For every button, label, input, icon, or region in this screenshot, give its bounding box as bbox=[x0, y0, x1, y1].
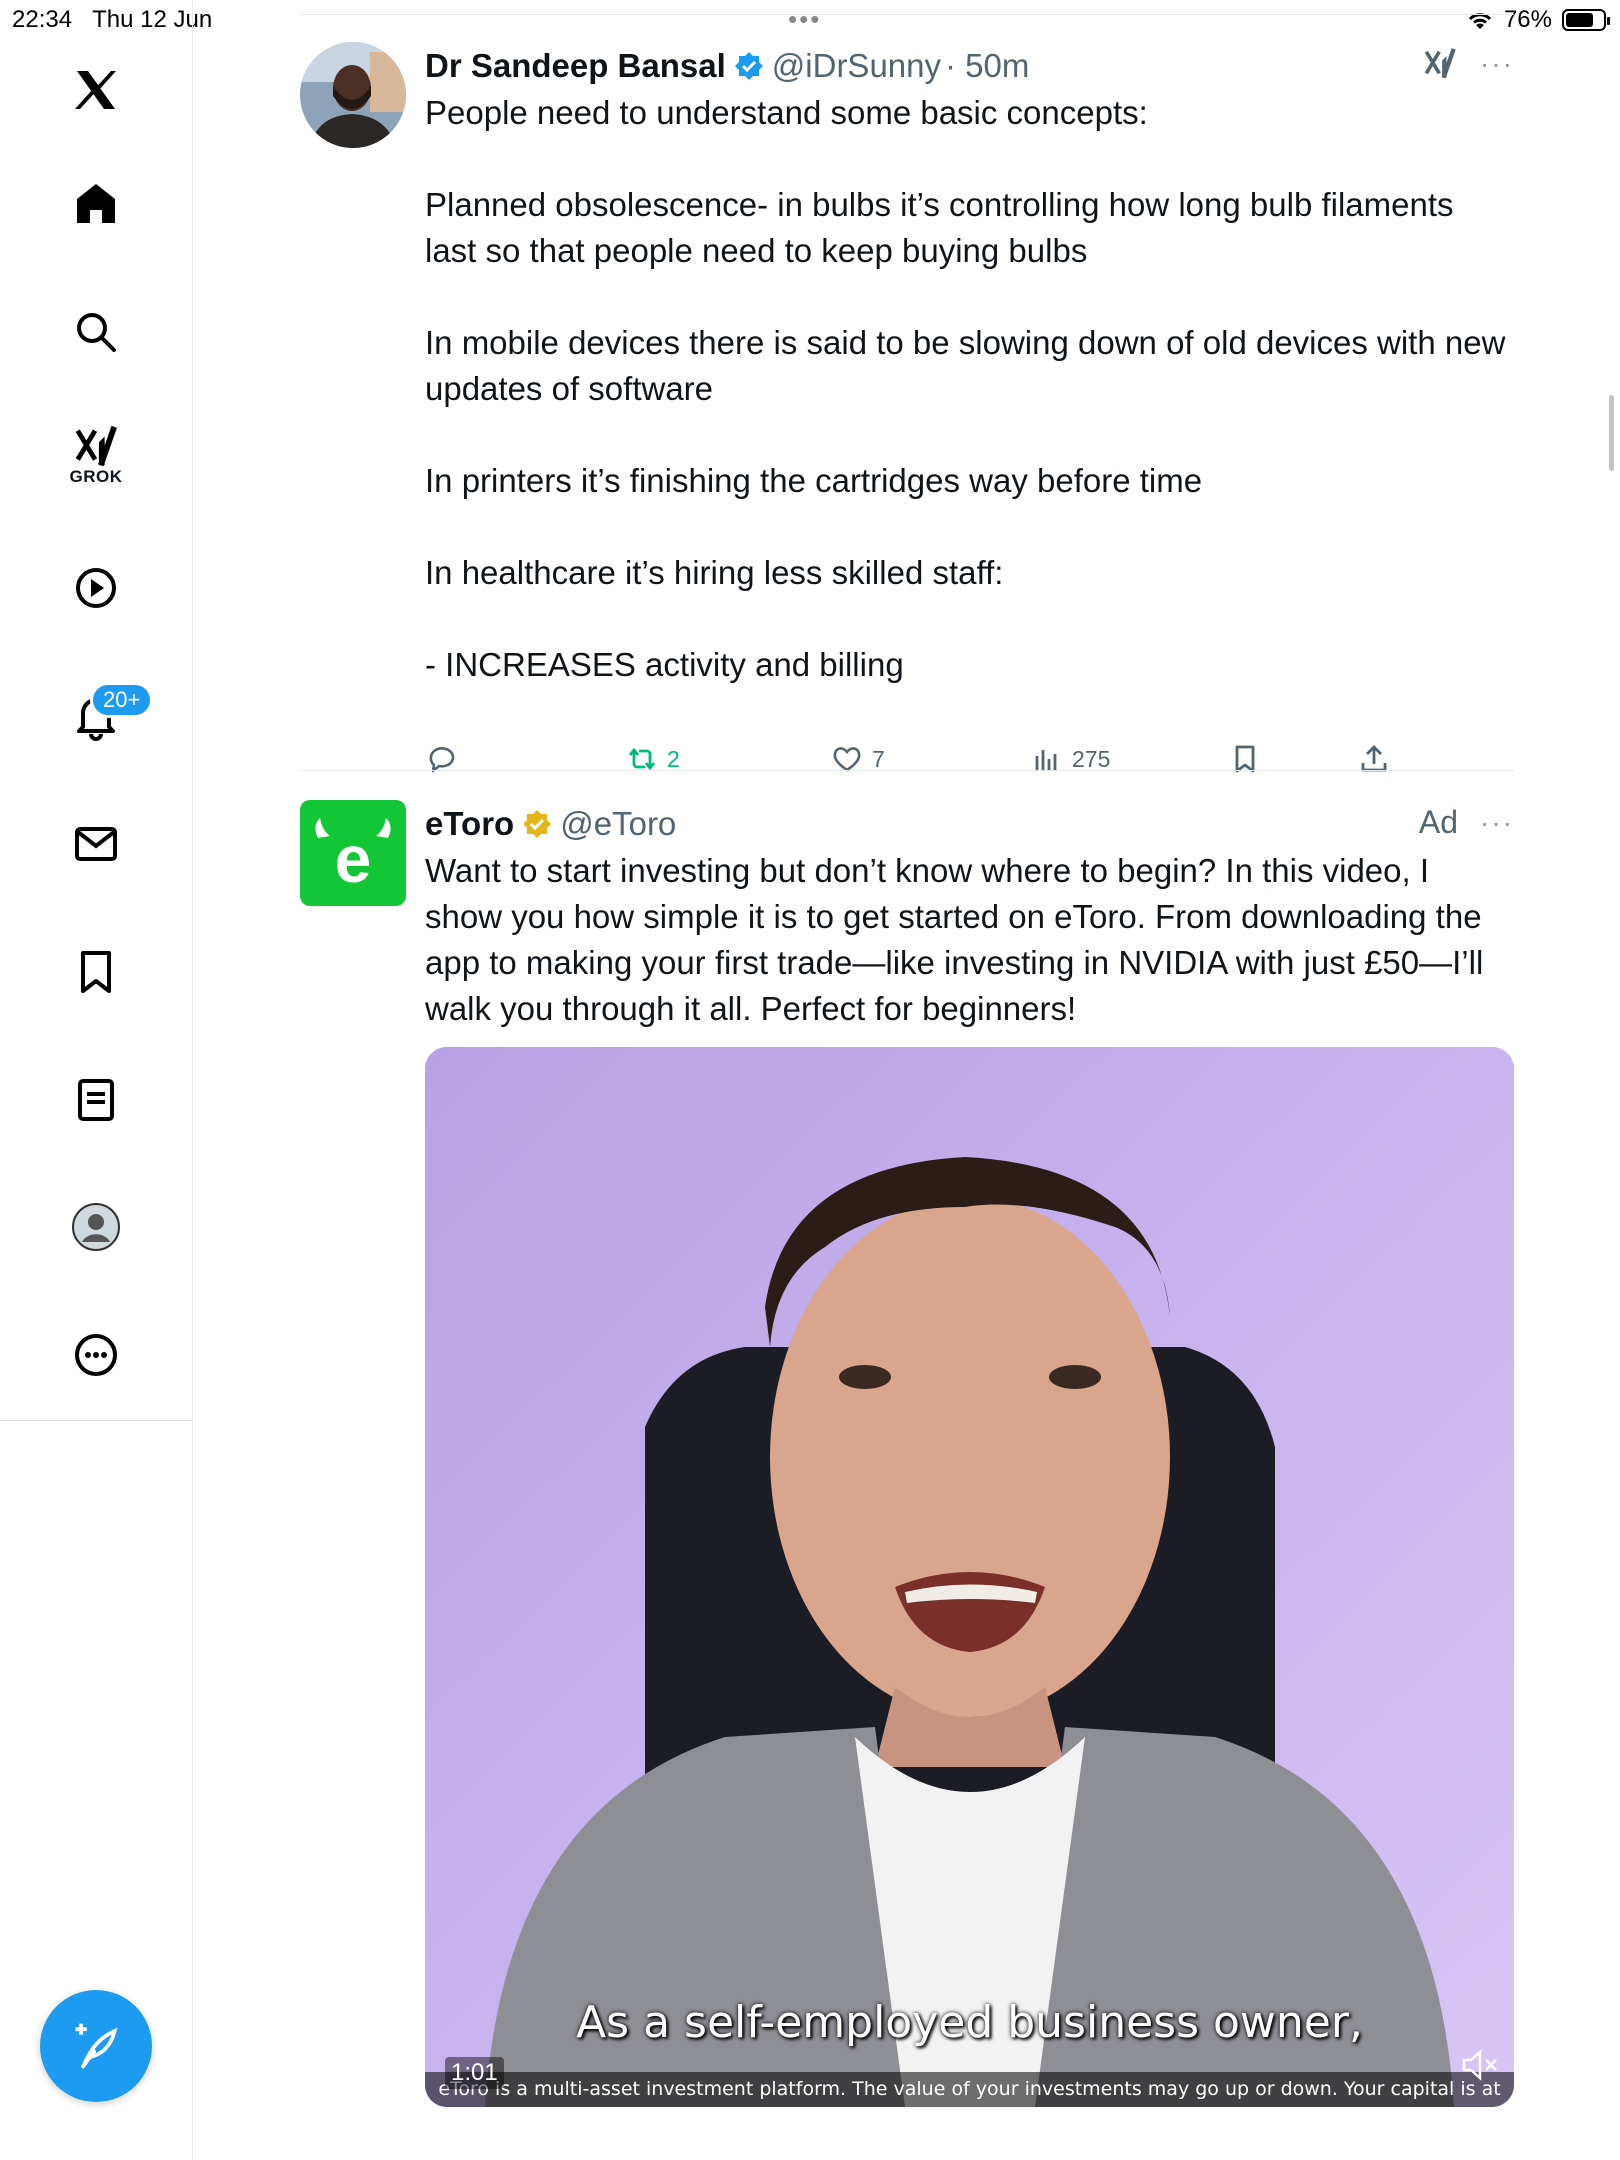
sidebar-item-bookmarks[interactable] bbox=[46, 922, 146, 1022]
retweet-count: 2 bbox=[667, 745, 680, 772]
sidebar-item-explore[interactable] bbox=[46, 282, 146, 382]
sidebar-item-more[interactable] bbox=[46, 1305, 146, 1405]
feed-top-divider bbox=[300, 14, 1514, 15]
more-circle-icon bbox=[75, 1334, 117, 1376]
mute-icon[interactable] bbox=[1460, 2047, 1500, 2083]
ad-label: Ad bbox=[1418, 804, 1459, 840]
avatar-icon bbox=[72, 1203, 120, 1251]
search-icon bbox=[77, 313, 116, 352]
battery-percent: 76% bbox=[1503, 6, 1552, 33]
author-name[interactable]: Dr Sandeep Bansal bbox=[425, 47, 726, 85]
video-frame bbox=[425, 1047, 1514, 2107]
more-options-icon[interactable]: ··· bbox=[1480, 48, 1514, 80]
tweet-time[interactable]: · 50m bbox=[945, 47, 1029, 85]
notification-badge: 20+ bbox=[90, 682, 154, 718]
tweet-text: Want to start investing but don’t know w… bbox=[425, 852, 1493, 1027]
multitask-dots-icon[interactable]: ••• bbox=[788, 4, 821, 35]
video-player[interactable]: As a self-employed business owner, eToro… bbox=[425, 1047, 1514, 2107]
sidebar-item-lists[interactable] bbox=[46, 1050, 146, 1150]
scrollbar[interactable] bbox=[1609, 395, 1614, 471]
x-logo-icon[interactable] bbox=[46, 40, 146, 140]
like-count: 7 bbox=[872, 745, 885, 772]
sidebar-item-grok[interactable]: GROK bbox=[46, 405, 146, 505]
video-caption: As a self-employed business owner, bbox=[576, 1997, 1363, 2048]
grok-label: GROK bbox=[69, 467, 123, 486]
sidebar-item-messages[interactable] bbox=[46, 794, 146, 894]
etoro-logo[interactable]: e bbox=[300, 800, 406, 906]
sidebar: GROK 20+ bbox=[0, 0, 193, 2160]
author-handle[interactable]: @iDrSunny bbox=[772, 47, 941, 85]
gold-verified-badge-icon bbox=[523, 810, 552, 838]
tweet-text: People need to understand some basic con… bbox=[425, 94, 1506, 683]
compose-icon bbox=[75, 2023, 118, 2069]
sidebar-item-profile[interactable] bbox=[46, 1177, 146, 1277]
wifi-icon bbox=[1468, 13, 1492, 29]
author-handle[interactable]: @eToro bbox=[560, 805, 676, 843]
list-icon bbox=[78, 1079, 114, 1121]
views-count: 275 bbox=[1072, 745, 1111, 772]
compose-button[interactable] bbox=[40, 1990, 152, 2102]
tweet-actions: 2 7 275 bbox=[425, 742, 1425, 792]
sidebar-divider bbox=[0, 1420, 192, 1421]
sidebar-item-videos[interactable] bbox=[46, 538, 146, 638]
bookmark-icon bbox=[81, 951, 111, 993]
video-time: 1:01 bbox=[445, 2057, 504, 2089]
author-name[interactable]: eToro bbox=[425, 805, 514, 843]
battery-icon bbox=[1562, 9, 1610, 31]
home-icon bbox=[77, 184, 115, 223]
author-avatar[interactable] bbox=[300, 42, 406, 148]
verified-badge-icon bbox=[734, 52, 763, 80]
svg-text:e: e bbox=[335, 822, 372, 896]
video-disclaimer: eToro is a multi-asset investment platfo… bbox=[425, 2072, 1514, 2107]
grok-icon[interactable] bbox=[1422, 46, 1458, 82]
status-bar: 22:34 Thu 12 Jun ••• 76% bbox=[0, 0, 1620, 40]
mail-icon bbox=[75, 827, 117, 861]
sidebar-item-home[interactable] bbox=[46, 154, 146, 254]
tweet-divider bbox=[300, 770, 1514, 771]
more-options-icon[interactable]: ··· bbox=[1480, 807, 1514, 839]
grok-icon bbox=[75, 425, 117, 467]
play-icon bbox=[76, 568, 116, 608]
